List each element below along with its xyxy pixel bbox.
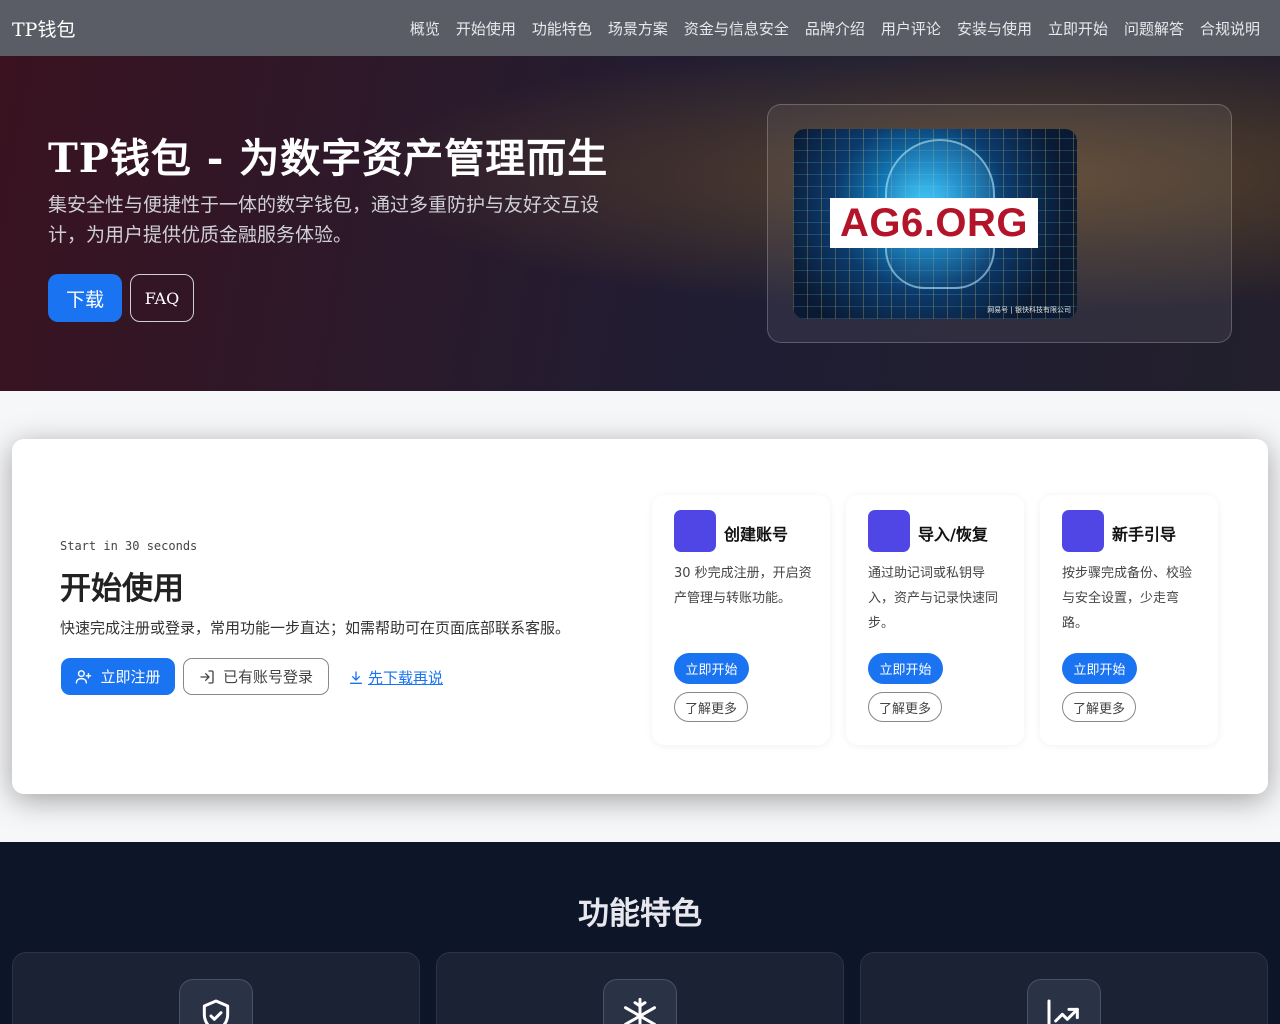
create-account-icon bbox=[674, 510, 716, 552]
start-title: 开始使用 bbox=[60, 571, 184, 607]
step-title: 创建账号 bbox=[724, 525, 789, 544]
step-card-import-restore: 导入/恢复 通过助记词或私钥导入，资产与记录快速同步。 立即开始 了解更多 bbox=[846, 495, 1024, 745]
get-started-card: Start in 30 seconds 开始使用 快速完成注册或登录，常用功能一… bbox=[12, 439, 1268, 794]
step-card-create-account: 创建账号 30 秒完成注册，开启资产管理与转账功能。 立即开始 了解更多 bbox=[652, 495, 830, 745]
hero-section: TP钱包 - 为数字资产管理而生 集安全性与便捷性于一体的数字钱包，通过多重防护… bbox=[0, 56, 1280, 391]
start-description: 快速完成注册或登录，常用功能一步直达；如需帮助可在页面底部联系客服。 bbox=[60, 619, 571, 637]
step-start-button[interactable]: 立即开始 bbox=[1062, 653, 1137, 684]
step-learn-more-button[interactable]: 了解更多 bbox=[674, 692, 748, 722]
feature-card-security bbox=[12, 952, 420, 1024]
step-title: 导入/恢复 bbox=[918, 525, 988, 544]
faq-button[interactable]: FAQ bbox=[130, 274, 194, 322]
hero-image-card: AG6.ORG 网易号 | 银快科技有限公司 bbox=[767, 104, 1232, 343]
ag6-logo: AG6.ORG bbox=[830, 198, 1038, 248]
brand-logo[interactable]: TP钱包 bbox=[12, 15, 75, 42]
nav-link-start-now[interactable]: 立即开始 bbox=[1040, 18, 1116, 39]
download-button[interactable]: 下载 bbox=[48, 274, 122, 322]
trending-up-icon bbox=[1027, 979, 1101, 1024]
feature-card-cold-storage bbox=[436, 952, 844, 1024]
hero-image: AG6.ORG 网易号 | 银快科技有限公司 bbox=[793, 129, 1077, 319]
hero-title: TP钱包 - 为数字资产管理而生 bbox=[48, 135, 609, 182]
login-label: 已有账号登录 bbox=[222, 669, 313, 686]
step-start-button[interactable]: 立即开始 bbox=[674, 653, 749, 684]
step-description: 按步骤完成备份、校验与安全设置，少走弯路。 bbox=[1062, 566, 1193, 631]
register-label: 立即注册 bbox=[100, 669, 161, 686]
step-learn-more-button[interactable]: 了解更多 bbox=[868, 692, 942, 722]
top-navbar: TP钱包 概览 开始使用 功能特色 场景方案 资金与信息安全 品牌介绍 用户评论… bbox=[0, 0, 1280, 56]
login-button[interactable]: 已有账号登录 bbox=[183, 658, 329, 695]
step-description: 通过助记词或私钥导入，资产与记录快速同步。 bbox=[868, 566, 999, 631]
image-watermark: 网易号 | 银快科技有限公司 bbox=[987, 306, 1071, 314]
snowflake-icon bbox=[603, 979, 677, 1024]
nav-link-features[interactable]: 功能特色 bbox=[524, 18, 600, 39]
step-start-button[interactable]: 立即开始 bbox=[868, 653, 943, 684]
step-title: 新手引导 bbox=[1112, 525, 1177, 544]
step-card-beginner-guide: 新手引导 按步骤完成备份、校验与安全设置，少走弯路。 立即开始 了解更多 bbox=[1040, 495, 1218, 745]
login-icon bbox=[200, 669, 214, 684]
register-button[interactable]: 立即注册 bbox=[61, 658, 175, 695]
start-eyebrow: Start in 30 seconds bbox=[60, 539, 198, 553]
nav-link-faq[interactable]: 问题解答 bbox=[1116, 18, 1192, 39]
feature-card-growth bbox=[860, 952, 1268, 1024]
nav-link-security[interactable]: 资金与信息安全 bbox=[676, 18, 797, 39]
download-first-link[interactable]: 先下载再说 bbox=[348, 667, 443, 688]
nav-link-get-started[interactable]: 开始使用 bbox=[448, 18, 524, 39]
nav-link-reviews[interactable]: 用户评论 bbox=[873, 18, 949, 39]
import-restore-icon bbox=[868, 510, 910, 552]
hero-description: 集安全性与便捷性于一体的数字钱包，通过多重防护与友好交互设计，为用户提供优质金融… bbox=[48, 194, 600, 246]
beginner-guide-icon bbox=[1062, 510, 1104, 552]
nav-link-brand[interactable]: 品牌介绍 bbox=[797, 18, 873, 39]
nav-link-install[interactable]: 安装与使用 bbox=[949, 18, 1040, 39]
step-learn-more-button[interactable]: 了解更多 bbox=[1062, 692, 1136, 722]
shield-check-icon bbox=[179, 979, 253, 1024]
download-icon bbox=[350, 670, 362, 684]
nav-link-scenarios[interactable]: 场景方案 bbox=[600, 18, 676, 39]
nav-link-overview[interactable]: 概览 bbox=[402, 18, 448, 39]
user-plus-icon bbox=[76, 670, 92, 684]
features-title: 功能特色 bbox=[578, 896, 702, 932]
features-section: 功能特色 bbox=[0, 842, 1280, 1024]
nav-links: 概览 开始使用 功能特色 场景方案 资金与信息安全 品牌介绍 用户评论 安装与使… bbox=[402, 18, 1268, 39]
step-description: 30 秒完成注册，开启资产管理与转账功能。 bbox=[674, 566, 812, 606]
nav-link-compliance[interactable]: 合规说明 bbox=[1192, 18, 1268, 39]
